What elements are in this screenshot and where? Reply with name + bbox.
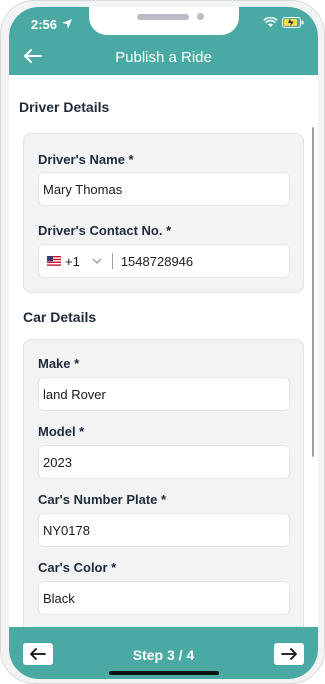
camera (197, 13, 204, 20)
phone-value: 1548728946 (120, 253, 194, 269)
chevron-down-icon[interactable] (92, 257, 102, 265)
model-value: 2023 (43, 454, 72, 470)
driver-details-title: Driver Details (19, 99, 110, 115)
make-value: land Rover (43, 386, 106, 402)
page-title: Publish a Ride (115, 49, 212, 66)
next-step-button[interactable] (274, 643, 304, 665)
model-field[interactable]: 2023 (38, 445, 290, 479)
plate-value: NY0178 (43, 522, 90, 538)
divider (111, 253, 113, 269)
location-arrow-icon (62, 19, 72, 29)
driver-card: Driver's Name * Mary Thomas Driver's Con… (23, 133, 304, 293)
color-field[interactable]: Black (38, 581, 290, 615)
make-field[interactable]: land Rover (38, 377, 290, 411)
speaker (137, 14, 189, 20)
color-value: Black (43, 590, 75, 606)
battery-icon (282, 17, 304, 28)
right-arrow-icon (281, 648, 297, 660)
form-content[interactable]: Driver Details Driver's Name * Mary Thom… (9, 75, 318, 639)
us-flag-icon[interactable] (47, 256, 61, 266)
car-details-title: Car Details (23, 309, 97, 325)
plate-field[interactable]: NY0178 (38, 513, 290, 547)
make-label: Make * (38, 356, 80, 371)
screen: 2:56 Publish a Ride Driver Details Drive… (9, 7, 318, 679)
driver-name-field[interactable]: Mary Thomas (38, 172, 290, 206)
status-icons (263, 17, 304, 28)
plate-label: Car's Number Plate * (38, 492, 167, 507)
driver-contact-field[interactable]: +1 1548728946 (38, 244, 290, 278)
driver-name-value: Mary Thomas (43, 181, 123, 197)
country-code[interactable]: +1 (65, 254, 80, 269)
home-indicator (109, 671, 219, 675)
color-label: Car's Color * (38, 560, 117, 575)
driver-name-label: Driver's Name * (38, 152, 134, 167)
notch (89, 7, 239, 35)
driver-contact-label: Driver's Contact No. * (38, 223, 172, 238)
wifi-icon (263, 17, 278, 27)
phone-frame: 2:56 Publish a Ride Driver Details Drive… (0, 0, 325, 684)
car-card: Make * land Rover Model * 2023 Car's Num… (23, 339, 304, 639)
status-time: 2:56 (31, 17, 58, 32)
step-indicator: Step 3 / 4 (132, 647, 195, 663)
model-label: Model * (38, 424, 85, 439)
scrollbar[interactable] (312, 127, 314, 457)
